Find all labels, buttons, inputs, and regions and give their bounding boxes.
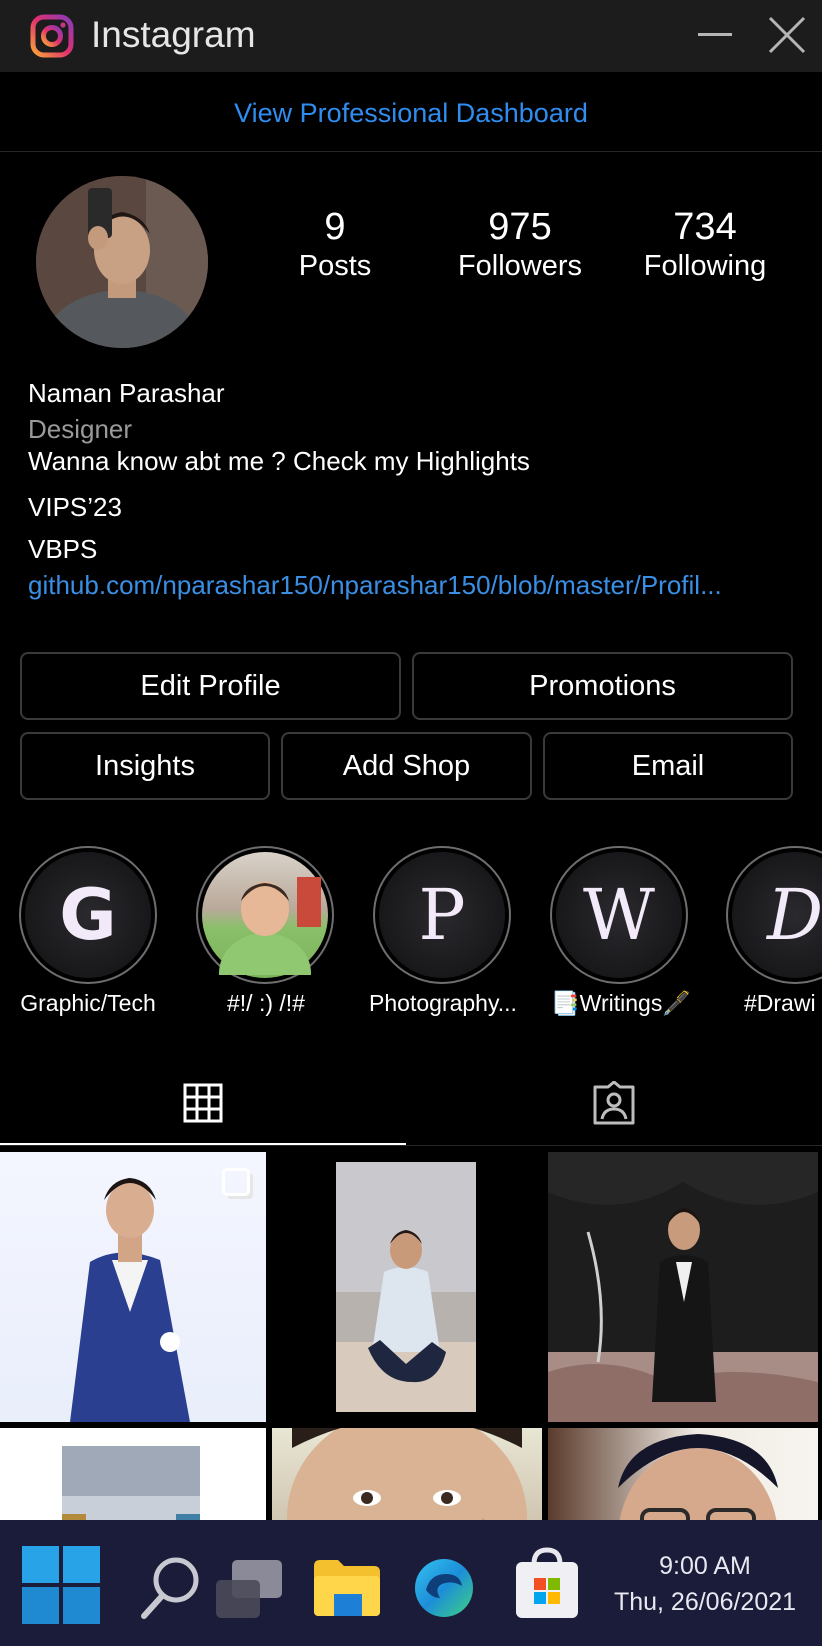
- highlight-label: 📑Writings🖋️: [551, 990, 691, 1016]
- add-shop-button[interactable]: Add Shop: [281, 732, 532, 800]
- edit-profile-button[interactable]: Edit Profile: [20, 652, 401, 720]
- taskbar-clock-time[interactable]: 9:00 AM: [600, 1552, 810, 1581]
- file-explorer-icon[interactable]: [312, 1556, 382, 1618]
- highlight-kid-photo[interactable]: [196, 846, 334, 984]
- profile-category: Designer: [28, 414, 133, 444]
- post-thumbnail[interactable]: [272, 1152, 544, 1422]
- followers-value: 975: [488, 206, 552, 248]
- highlight-graphic-tech[interactable]: G: [19, 846, 157, 984]
- posts-label: Posts: [298, 250, 372, 282]
- view-professional-dashboard-link[interactable]: View Professional Dashboard: [0, 78, 822, 152]
- highlight-cover: D: [732, 852, 822, 978]
- window-title: Instagram: [91, 14, 256, 55]
- profile-website-link[interactable]: github.com/nparashar150/nparashar150/blo…: [28, 570, 722, 601]
- multiple-photos-icon: [222, 1168, 250, 1196]
- email-button[interactable]: Email: [543, 732, 793, 800]
- post-thumbnail[interactable]: [0, 1152, 266, 1422]
- followers-label: Followers: [457, 250, 583, 282]
- close-icon[interactable]: [764, 12, 810, 58]
- tab-tagged[interactable]: [406, 1060, 822, 1146]
- highlight-cover: G: [25, 852, 151, 978]
- following-label: Following: [643, 250, 767, 282]
- post-photo: [336, 1162, 476, 1412]
- promotions-button[interactable]: Promotions: [412, 652, 793, 720]
- following-value: 734: [673, 206, 737, 248]
- edge-browser-icon[interactable]: [412, 1556, 476, 1620]
- kid-photo: [219, 877, 321, 975]
- insights-button[interactable]: Insights: [20, 732, 270, 800]
- profile-name: Naman Parashar: [28, 378, 225, 408]
- highlight-cover: W: [556, 852, 682, 978]
- search-icon[interactable]: [138, 1552, 204, 1622]
- followers-count[interactable]: 975 Followers: [440, 205, 600, 283]
- highlight-writings[interactable]: W: [550, 846, 688, 984]
- posts-value: 9: [324, 206, 346, 248]
- grid-icon: [183, 1083, 223, 1123]
- store-icon[interactable]: [512, 1546, 582, 1622]
- highlight-drawing[interactable]: D: [726, 846, 822, 984]
- highlight-label: Photography...: [369, 990, 517, 1016]
- highlight-photography[interactable]: P: [373, 846, 511, 984]
- bio-line: VBPS: [28, 534, 98, 564]
- highlight-label: #!/ :) /!#: [227, 990, 305, 1016]
- task-view-icon[interactable]: [214, 1556, 284, 1622]
- post-photo: [548, 1152, 818, 1422]
- avatar-photo: [36, 176, 208, 348]
- highlight-label: #Drawi: [744, 990, 816, 1016]
- profile-avatar[interactable]: [36, 176, 208, 348]
- windows-start-icon[interactable]: [20, 1544, 102, 1626]
- highlight-label-clip: #Drawi: [726, 990, 822, 1017]
- highlight-drawing-clip: D: [726, 846, 822, 986]
- minimize-button[interactable]: [690, 20, 740, 50]
- taskbar: [0, 1520, 822, 1646]
- following-count[interactable]: 734 Following: [625, 205, 785, 283]
- window-titlebar: Instagram: [0, 0, 822, 72]
- highlight-cover: [202, 852, 328, 978]
- tabs-divider: [0, 1145, 822, 1146]
- bio-line: Wanna know abt me ? Check my Highlights: [28, 446, 530, 476]
- tagged-person-icon: [593, 1081, 635, 1125]
- taskbar-clock-date[interactable]: Thu, 26/06/2021: [600, 1588, 810, 1617]
- posts-count: 9 Posts: [270, 205, 400, 283]
- highlight-label: Graphic/Tech: [20, 990, 156, 1016]
- instagram-icon: [30, 14, 74, 58]
- bio-line: VIPS’23: [28, 492, 122, 522]
- tab-posts-grid[interactable]: [0, 1060, 406, 1146]
- highlight-cover: P: [379, 852, 505, 978]
- post-thumbnail[interactable]: [548, 1152, 818, 1422]
